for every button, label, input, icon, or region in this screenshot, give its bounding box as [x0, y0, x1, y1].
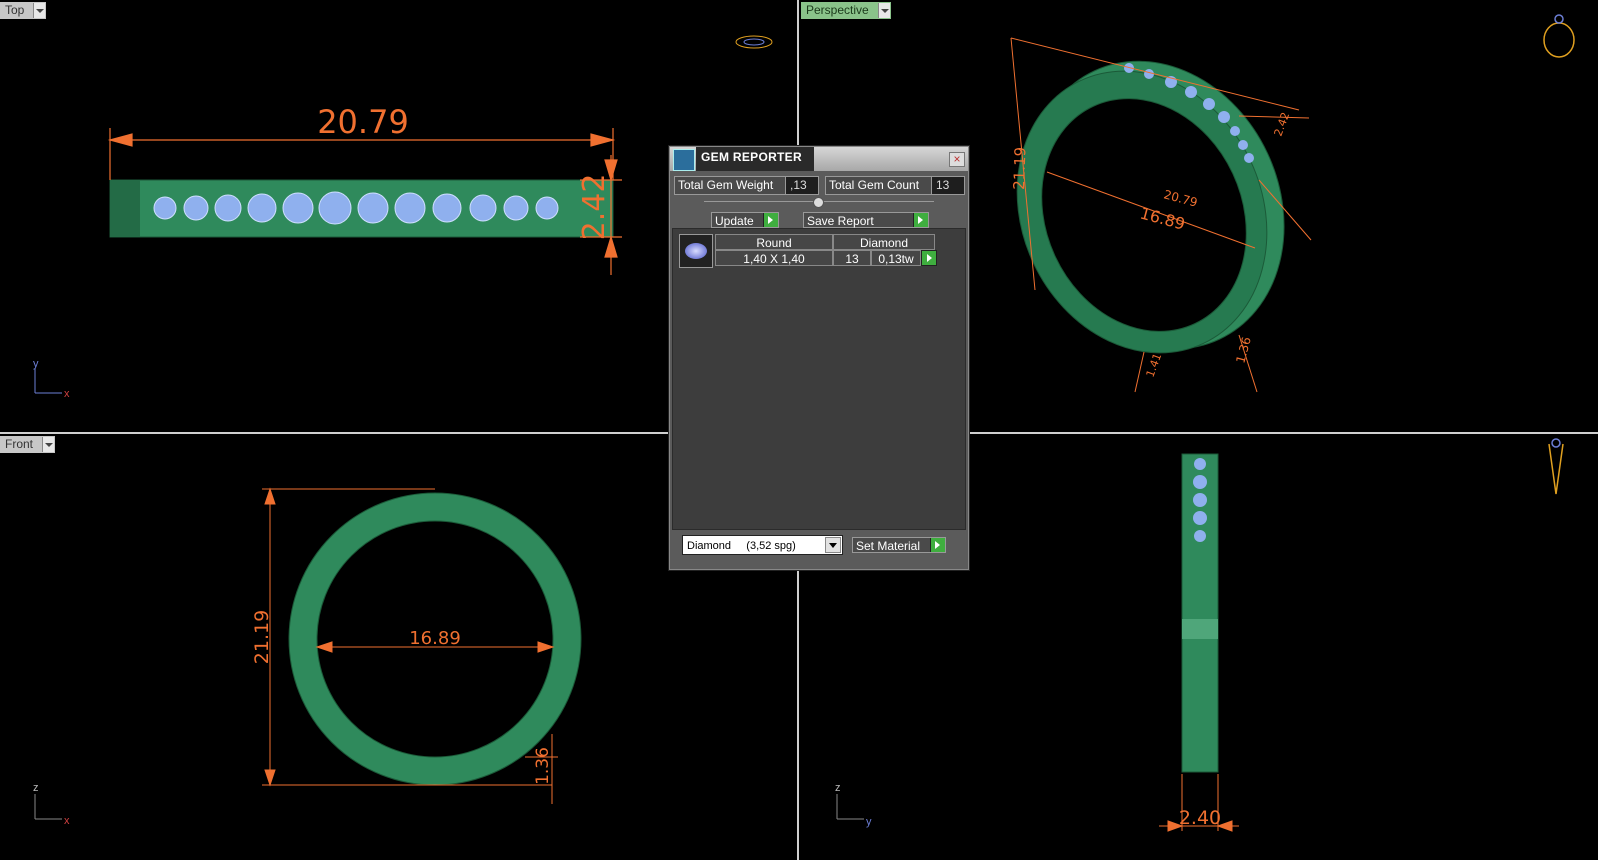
- chevron-down-icon[interactable]: [42, 437, 55, 452]
- gem-thumbnail-icon: [679, 234, 713, 268]
- axis-x-label: x: [64, 388, 70, 400]
- save-report-button-label: Save Report: [807, 214, 874, 228]
- dim-small-c-perspective: 1.41: [1144, 352, 1165, 379]
- gem-list[interactable]: Round Diamond 1,40 X 1,40 13 0,13tw: [672, 228, 966, 530]
- axis-z-label: z: [835, 782, 841, 794]
- set-material-button-label: Set Material: [856, 539, 921, 553]
- view-cube-perspective-icon[interactable]: [1543, 14, 1575, 58]
- material-select-value: Diamond (3,52 spg): [687, 540, 796, 552]
- set-material-arrow-icon[interactable]: [930, 538, 945, 552]
- ring-side-highlight: [1182, 619, 1218, 639]
- close-icon[interactable]: ×: [949, 152, 965, 167]
- gem-list-item[interactable]: Round Diamond 1,40 X 1,40 13 0,13tw: [679, 234, 939, 268]
- axis-y-label: y: [33, 358, 39, 370]
- save-report-button[interactable]: Save Report: [803, 212, 929, 228]
- chevron-down-icon[interactable]: [33, 3, 46, 18]
- dim-height-top: 2.42: [577, 174, 612, 241]
- chevron-down-icon[interactable]: [825, 537, 841, 553]
- dim-height-front: 21.19: [251, 610, 273, 664]
- dim-thickness-front: 1.36: [533, 747, 553, 785]
- gem-reporter-app-icon: [673, 149, 695, 171]
- axis-gizmo-front: [34, 794, 62, 820]
- gem-row-arrow-icon[interactable]: [921, 250, 937, 266]
- collapse-slider[interactable]: [704, 197, 934, 208]
- material-select[interactable]: Diamond (3,52 spg): [682, 535, 843, 555]
- view-cube-right-icon[interactable]: [1548, 438, 1564, 495]
- ring-band-end: [110, 180, 140, 237]
- viewport-label-top[interactable]: Top: [0, 2, 47, 19]
- gem-reporter-titlebar[interactable]: GEM REPORTER ×: [670, 147, 968, 171]
- collapse-handle-icon[interactable]: [813, 197, 824, 208]
- gem-size: 1,40 X 1,40: [715, 250, 833, 266]
- total-gem-count-label: Total Gem Count: [829, 178, 920, 192]
- axis-y-label: y: [866, 816, 872, 828]
- total-gem-count-field: Total Gem Count 13: [825, 176, 965, 195]
- dim-height-perspective: 21.19: [1010, 147, 1029, 191]
- total-gem-count-value[interactable]: 13: [931, 177, 964, 194]
- gem-weight: 0,13tw: [871, 250, 921, 266]
- viewport-label-perspective[interactable]: Perspective: [801, 2, 891, 19]
- axis-z-label: z: [33, 782, 39, 794]
- update-button-label: Update: [715, 214, 754, 228]
- viewport-label-text: Front: [5, 437, 34, 451]
- gem-reporter-panel[interactable]: GEM REPORTER × Total Gem Weight ,13 Tota…: [668, 145, 970, 571]
- axis-gizmo-top: [34, 368, 62, 394]
- total-gem-weight-field: Total Gem Weight ,13: [674, 176, 819, 195]
- view-cube-top-icon[interactable]: [735, 35, 773, 49]
- gem-cut: Round: [715, 234, 833, 250]
- update-arrow-icon[interactable]: [763, 213, 778, 227]
- gem-count: 13: [833, 250, 871, 266]
- dim-small-b-perspective: 1.36: [1233, 335, 1253, 364]
- axis-gizmo-right: [836, 794, 864, 820]
- dim-inner-front: 16.89: [409, 628, 461, 649]
- viewport-label-text: Top: [5, 3, 25, 17]
- total-gem-weight-value[interactable]: ,13: [785, 177, 818, 194]
- total-gem-weight-label: Total Gem Weight: [678, 178, 774, 192]
- viewport-label-front[interactable]: Front: [0, 436, 56, 453]
- save-report-arrow-icon[interactable]: [913, 213, 928, 227]
- dim-small-a-perspective: 2.42: [1272, 111, 1293, 138]
- set-material-button[interactable]: Set Material: [852, 537, 946, 553]
- chevron-down-icon[interactable]: [877, 3, 890, 18]
- gem-material: Diamond: [833, 234, 935, 250]
- axis-x-label: x: [64, 815, 70, 827]
- dim-width-top: 20.79: [317, 103, 409, 141]
- update-button[interactable]: Update: [711, 212, 779, 228]
- gem-reporter-title: GEM REPORTER: [701, 150, 802, 164]
- viewport-label-text: Perspective: [806, 3, 869, 17]
- dim-width-right: 2.40: [1179, 807, 1221, 829]
